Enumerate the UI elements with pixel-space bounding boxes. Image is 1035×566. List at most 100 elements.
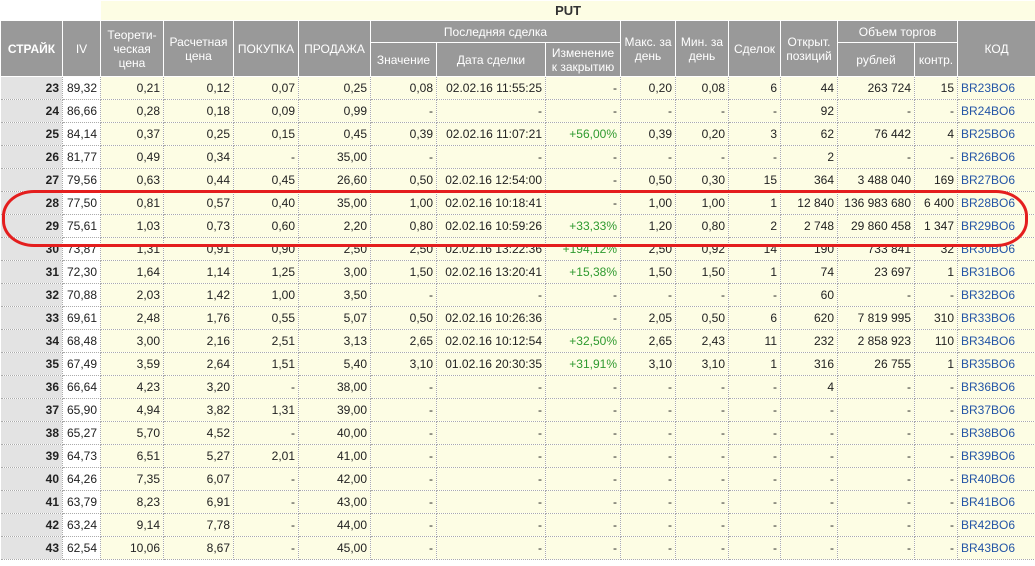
option-code-link[interactable]: BR24BO6 [961, 104, 1015, 118]
option-code-link[interactable]: BR32BO6 [961, 288, 1015, 302]
cell-settle: 3,20 [163, 375, 234, 399]
cell-settle: 5,27 [163, 444, 234, 468]
col-last-value[interactable]: Значение [370, 42, 437, 77]
cell-max: - [620, 536, 676, 560]
cell-contr: - [914, 375, 958, 399]
col-open-interest[interactable]: Открыт. позиций [780, 20, 838, 77]
cell-last: 2,65 [370, 329, 437, 353]
col-strike[interactable]: СТРАЙК [0, 20, 63, 77]
col-code[interactable]: КОД [956, 20, 1035, 77]
cell-deals: - [728, 145, 781, 169]
cell-contr: 169 [914, 168, 958, 192]
option-code-link[interactable]: BR33BO6 [961, 311, 1015, 325]
col-group-last-trade: Последняя сделка [370, 20, 621, 43]
cell-oi: - [780, 536, 838, 560]
cell-contr: - [914, 145, 958, 169]
option-code-link[interactable]: BR31BO6 [961, 265, 1015, 279]
cell-settle: 6,07 [163, 467, 234, 491]
cell-settle: 8,67 [163, 536, 234, 560]
cell-last: 3,10 [370, 352, 437, 376]
table-row: 41 63,79 8,23 6,91-43,00- - - - - - - - - BR41BO6 [0, 490, 1035, 514]
cell-change: - [545, 76, 621, 100]
cell-strike: 35 [0, 352, 63, 376]
cell-ask: 38,00 [298, 375, 371, 399]
cell-rub: 733 841 [837, 237, 915, 261]
option-code-link[interactable]: BR37BO6 [961, 403, 1015, 417]
cell-strike: 43 [0, 536, 63, 560]
option-code-link[interactable]: BR27BO6 [961, 173, 1015, 187]
cell-strike: 24 [0, 99, 63, 123]
col-ask[interactable]: ПРОДАЖА [298, 20, 371, 77]
cell-settle: 0,57 [163, 191, 234, 215]
cell-ask: 43,00 [298, 490, 371, 514]
option-code-link[interactable]: BR23BO6 [961, 81, 1015, 95]
option-code-link[interactable]: BR42BO6 [961, 518, 1015, 532]
col-bid[interactable]: ПОКУПКА [233, 20, 299, 77]
option-code-link[interactable]: BR39BO6 [961, 449, 1015, 463]
cell-deals: 6 [728, 306, 781, 330]
cell-change: - [545, 191, 621, 215]
cell-oi: - [780, 490, 838, 514]
cell-date: - [436, 490, 546, 514]
cell-settle: 1,14 [163, 260, 234, 284]
cell-min: - [675, 145, 729, 169]
option-code-link[interactable]: BR40BO6 [961, 472, 1015, 486]
cell-deals: 3 [728, 122, 781, 146]
table-row: 25 84,14 0,37 0,25 0,15 0,45 0,39 02.02.16 11:0… [0, 122, 1035, 146]
cell-rub: 76 442 [837, 122, 915, 146]
cell-iv: 66,64 [62, 375, 101, 399]
cell-deals: 11 [728, 329, 781, 353]
option-code-link[interactable]: BR26BO6 [961, 150, 1015, 164]
cell-oi: - [780, 421, 838, 445]
cell-max: 0,39 [620, 122, 676, 146]
cell-contr: 1 [914, 352, 958, 376]
cell-max: - [620, 283, 676, 307]
cell-ask: 35,00 [298, 191, 371, 215]
cell-max: - [620, 398, 676, 422]
table-row: 35 67,49 3,59 2,64 1,51 5,40 3,10 01.02.16 20:3… [0, 352, 1035, 376]
cell-rub: - [837, 490, 915, 514]
option-code-link[interactable]: BR25BO6 [961, 127, 1015, 141]
cell-min: - [675, 444, 729, 468]
cell-oi: 74 [780, 260, 838, 284]
option-code-link[interactable]: BR35BO6 [961, 357, 1015, 371]
option-code-link[interactable]: BR28BO6 [961, 196, 1015, 210]
cell-deals: - [728, 490, 781, 514]
cell-iv: 70,88 [62, 283, 101, 307]
cell-theo: 0,28 [100, 99, 164, 123]
option-code-link[interactable]: BR38BO6 [961, 426, 1015, 440]
cell-last: - [370, 145, 437, 169]
col-volume-rub[interactable]: рублей [837, 42, 915, 77]
option-code-link[interactable]: BR29BO6 [961, 219, 1015, 233]
cell-ask: 3,50 [298, 283, 371, 307]
col-last-change[interactable]: Изменение к закрытию [545, 42, 621, 77]
cell-strike: 40 [0, 467, 63, 491]
cell-change: +194,12% [545, 237, 621, 261]
cell-change: - [545, 168, 621, 192]
col-volume-contracts[interactable]: контр. [914, 42, 958, 77]
table-row: 33 69,61 2,48 1,76 0,55 5,07 0,50 02.02.16 10:2… [0, 306, 1035, 330]
option-code-link[interactable]: BR41BO6 [961, 495, 1015, 509]
cell-min: 2,43 [675, 329, 729, 353]
cell-theo: 0,63 [100, 168, 164, 192]
cell-rub: - [837, 444, 915, 468]
cell-oi: - [780, 467, 838, 491]
col-deals[interactable]: Сделок [728, 20, 781, 77]
col-last-date[interactable]: Дата сделки [436, 42, 546, 77]
option-code-link[interactable]: BR36BO6 [961, 380, 1015, 394]
col-max-day[interactable]: Макс. за день [620, 20, 676, 77]
cell-theo: 7,35 [100, 467, 164, 491]
col-settlement-price[interactable]: Расчетная цена [163, 20, 234, 77]
col-theoretical-price[interactable]: Теорети-ческая цена [100, 20, 164, 77]
cell-settle: 4,52 [163, 421, 234, 445]
cell-strike: 27 [0, 168, 63, 192]
cell-max: - [620, 99, 676, 123]
col-min-day[interactable]: Мин. за день [675, 20, 729, 77]
cell-date: 02.02.16 13:22:36 [436, 237, 546, 261]
option-code-link[interactable]: BR34BO6 [961, 334, 1015, 348]
cell-deals: 1 [728, 260, 781, 284]
option-code-link[interactable]: BR30BO6 [961, 242, 1015, 256]
option-code-link[interactable]: BR43BO6 [961, 541, 1015, 555]
cell-iv: 75,61 [62, 214, 101, 238]
col-iv[interactable]: IV [62, 20, 101, 77]
